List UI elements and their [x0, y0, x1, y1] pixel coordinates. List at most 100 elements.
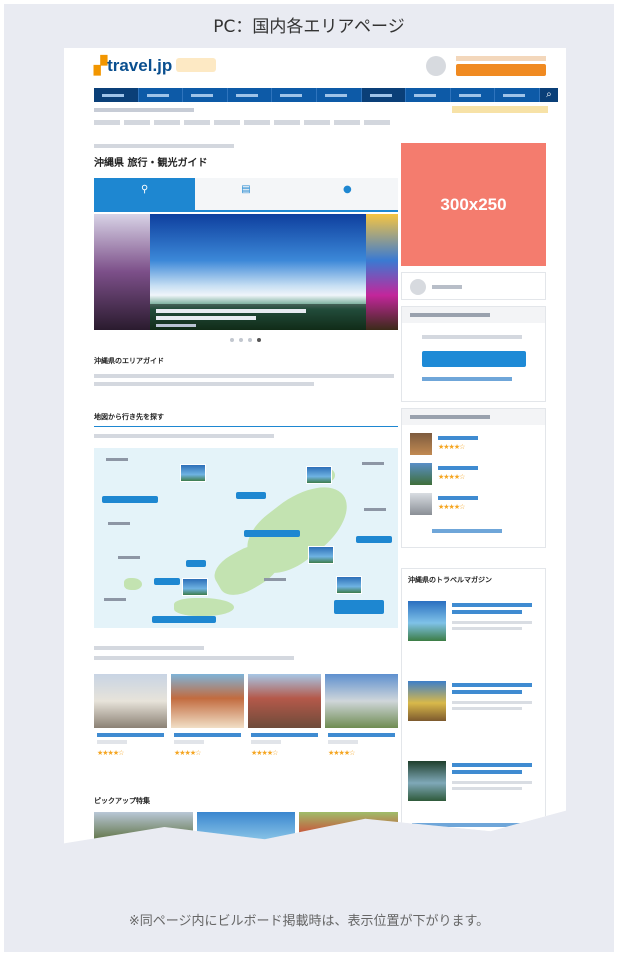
carousel-dot[interactable]: [248, 338, 252, 342]
tab-articles[interactable]: ▤: [195, 178, 297, 210]
map-photo[interactable]: [182, 578, 208, 596]
map-island: [174, 598, 234, 616]
sub-nav-item[interactable]: [304, 120, 330, 125]
text-line: [94, 434, 274, 438]
section-title-magazine: 沖縄県のトラベルマガジン: [408, 576, 492, 584]
map-photo[interactable]: [306, 466, 332, 484]
book-icon: ▤: [241, 184, 251, 195]
sidebar-heading: [402, 307, 545, 323]
user-name: [432, 285, 462, 289]
area-tabs: ⚲ ▤ ●: [94, 178, 398, 212]
area-map[interactable]: [94, 448, 398, 628]
avatar[interactable]: [410, 279, 426, 295]
section-title-area-guide: 沖縄県のエリアガイド: [94, 357, 164, 365]
map-pin-label[interactable]: [356, 536, 392, 543]
carousel-slide-next[interactable]: [366, 214, 398, 330]
search-icon[interactable]: ⌕: [539, 88, 558, 102]
sub-nav-item[interactable]: [124, 120, 150, 125]
header-notice-link[interactable]: [452, 106, 548, 113]
sidebar-clip-box: [401, 306, 546, 402]
sub-nav-item[interactable]: [274, 120, 300, 125]
register-link[interactable]: [422, 377, 512, 381]
ranking-more-link[interactable]: [432, 529, 502, 533]
sidebar-user-box: [401, 272, 546, 300]
pickup-card[interactable]: [196, 812, 296, 844]
ranking-item[interactable]: ★★★★☆: [410, 433, 540, 459]
tab-area-guide[interactable]: ⚲: [94, 178, 196, 210]
nav-item[interactable]: [183, 88, 228, 102]
nav-item[interactable]: [272, 88, 317, 102]
nav-item[interactable]: [139, 88, 184, 102]
nav-item[interactable]: [406, 88, 451, 102]
nav-item[interactable]: [94, 88, 139, 102]
logo-badge: [176, 58, 216, 72]
star-rating: ★★★★☆: [97, 749, 124, 757]
pickup-card[interactable]: [299, 812, 399, 844]
carousel-dot[interactable]: [257, 338, 261, 342]
sub-nav: [94, 120, 390, 125]
carousel-dot[interactable]: [230, 338, 234, 342]
nav-item[interactable]: [451, 88, 496, 102]
tab-qa[interactable]: ●: [296, 178, 398, 210]
sub-nav-item[interactable]: [154, 120, 180, 125]
site-logo[interactable]: ▞travel.jp: [94, 56, 172, 76]
nav-item[interactable]: [495, 88, 540, 102]
map-photo[interactable]: [308, 546, 334, 564]
mockup-frame: PC：国内各エリアページ ▞travel.jp ⌕ 沖縄県 旅行・観光ガイド ⚲…: [4, 4, 614, 952]
spot-card[interactable]: ★★★★☆: [171, 674, 244, 770]
carousel-dot[interactable]: [239, 338, 243, 342]
avatar[interactable]: [426, 56, 446, 76]
map-pin-icon: ⚲: [141, 184, 149, 195]
header-cta-note: [456, 56, 546, 61]
hero-carousel[interactable]: [94, 214, 398, 330]
page-subtitle: [94, 144, 234, 148]
page-title: 沖縄県 旅行・観光ガイド: [94, 158, 208, 169]
sub-nav-item[interactable]: [214, 120, 240, 125]
nav-item[interactable]: [317, 88, 362, 102]
nav-item[interactable]: [361, 88, 407, 102]
breadcrumb[interactable]: [94, 108, 194, 112]
star-rating: ★★★★☆: [251, 749, 278, 757]
map-pin-label[interactable]: [334, 600, 384, 614]
spot-card[interactable]: ★★★★☆: [248, 674, 321, 770]
map-photo[interactable]: [336, 576, 362, 594]
recommend-heading: [94, 646, 204, 650]
spot-card[interactable]: ★★★★☆: [94, 674, 167, 770]
map-pin-label[interactable]: [244, 530, 300, 537]
map-label: [364, 508, 386, 511]
sub-nav-item[interactable]: [334, 120, 360, 125]
global-nav: ⌕: [94, 88, 558, 102]
sub-nav-item[interactable]: [184, 120, 210, 125]
sidebar-heading: [402, 409, 545, 425]
map-pin-label[interactable]: [186, 560, 206, 567]
ranking-item[interactable]: ★★★★☆: [410, 493, 540, 519]
map-label: [362, 462, 384, 465]
slide-caption: [150, 304, 366, 330]
text-line: [94, 374, 394, 378]
carousel-slide-prev[interactable]: [94, 214, 150, 330]
page-screenshot: ▞travel.jp ⌕ 沖縄県 旅行・観光ガイド ⚲ ▤ ● 沖縄県のエリアガ…: [64, 48, 566, 844]
sub-nav-item[interactable]: [94, 120, 120, 125]
map-pin-label[interactable]: [152, 616, 216, 623]
sub-nav-item[interactable]: [244, 120, 270, 125]
map-pin-label[interactable]: [102, 496, 158, 503]
ranking-item[interactable]: ★★★★☆: [410, 463, 540, 489]
ad-slot-300x250[interactable]: 300x250: [401, 143, 546, 266]
pickup-card[interactable]: [94, 812, 193, 844]
text-line: [94, 382, 314, 386]
map-pin-label[interactable]: [154, 578, 180, 585]
login-button[interactable]: [422, 351, 526, 367]
header-cta-button[interactable]: [456, 64, 546, 76]
pickup-features: [94, 812, 399, 844]
map-label: [104, 598, 126, 601]
section-title-map: 地図から行き先を探す: [94, 413, 164, 421]
section-title-pickup: ピックアップ特集: [94, 797, 150, 805]
magazine-more-link[interactable]: [412, 823, 532, 827]
map-label: [108, 522, 130, 525]
sub-nav-item[interactable]: [364, 120, 390, 125]
spot-card[interactable]: ★★★★☆: [325, 674, 398, 770]
map-pin-label[interactable]: [236, 492, 266, 499]
carousel-slide-current[interactable]: [150, 214, 366, 330]
nav-item[interactable]: [228, 88, 273, 102]
map-photo[interactable]: [180, 464, 206, 482]
